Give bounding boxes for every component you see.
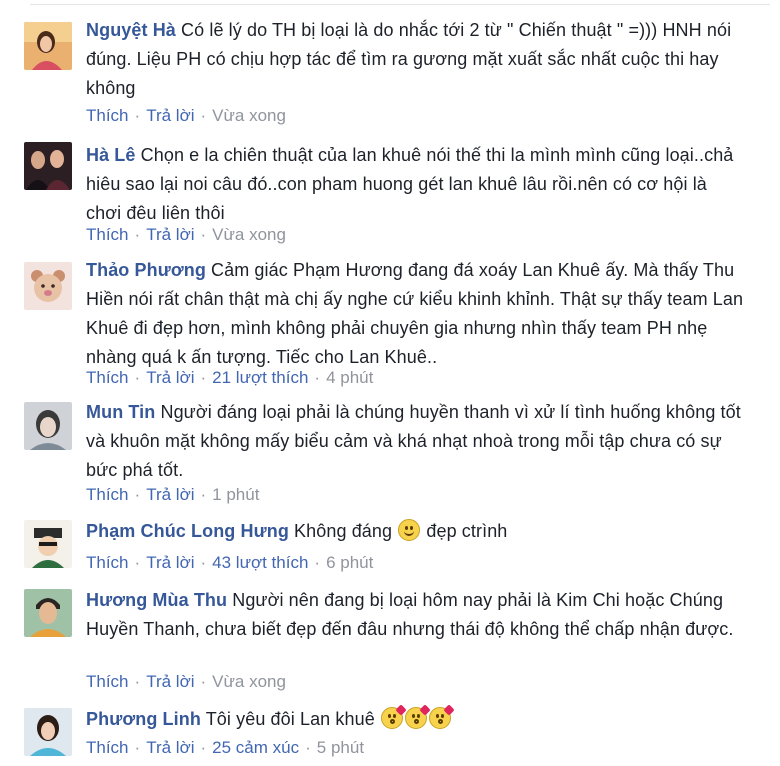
- like-link[interactable]: Thích: [86, 368, 129, 387]
- separator-dot: ·: [134, 106, 141, 125]
- comment-timestamp[interactable]: 6 phút: [326, 553, 373, 572]
- user-avatar-woman-portrait[interactable]: [24, 708, 72, 756]
- like-link[interactable]: Thích: [86, 553, 129, 572]
- comment-author[interactable]: Hương Mùa Thu: [86, 590, 227, 610]
- reply-link[interactable]: Trả lời: [146, 106, 194, 125]
- user-avatar-cartoon[interactable]: [24, 520, 72, 568]
- comment-timestamp[interactable]: 1 phút: [212, 485, 259, 504]
- comment-timestamp[interactable]: Vừa xong: [212, 672, 286, 691]
- comment-list: Nguyệt Hà Có lẽ lý do TH bị loại là do n…: [0, 0, 780, 766]
- user-avatar-woman-portrait-icon: [24, 22, 72, 70]
- comment-text: Chọn e la chiên thuật của lan khuê nói t…: [86, 145, 734, 223]
- comment-actions: Thích · Trả lời · 43 lượt thích · 6 phút: [86, 553, 373, 573]
- user-avatar-teddy-bear[interactable]: [24, 262, 72, 310]
- separator-dot: ·: [134, 553, 141, 572]
- comment-author[interactable]: Phạm Chúc Long Hưng: [86, 521, 289, 541]
- separator-dot: ·: [200, 368, 207, 387]
- reply-link[interactable]: Trả lời: [146, 672, 194, 691]
- user-avatar-portrait-icon: [24, 402, 72, 450]
- like-link[interactable]: Thích: [86, 225, 129, 244]
- likes-count[interactable]: 21 lượt thích: [212, 368, 308, 387]
- comment-author[interactable]: Thảo Phương: [86, 260, 206, 280]
- comment-text: Người đáng loại phải là chúng huyền than…: [86, 402, 741, 480]
- like-link[interactable]: Thích: [86, 672, 129, 691]
- comment-timestamp[interactable]: 4 phút: [326, 368, 373, 387]
- comment-body: Phương Linh Tôi yêu đôi Lan khuê: [86, 704, 746, 734]
- user-avatar-group-photo[interactable]: [24, 142, 72, 190]
- separator-dot: ·: [200, 553, 207, 572]
- user-avatar-cartoon-icon: [24, 520, 72, 568]
- separator-dot: ·: [200, 738, 207, 757]
- comment-actions: Thích · Trả lời · 21 lượt thích · 4 phút: [86, 368, 373, 388]
- separator-dot: ·: [200, 485, 207, 504]
- user-avatar-man-portrait[interactable]: [24, 589, 72, 637]
- comment-body: Hà Lê Chọn e la chiên thuật của lan khuê…: [86, 141, 746, 228]
- comment-actions: Thích · Trả lời · 25 cảm xúc · 5 phút: [86, 738, 364, 758]
- comment-actions: Thích · Trả lời · Vừa xong: [86, 106, 286, 126]
- comment-text: Có lẽ lý do TH bị loại là do nhắc tới 2 …: [86, 20, 732, 98]
- kiss-emoji-icon: [404, 704, 431, 729]
- user-avatar-man-portrait-icon: [24, 589, 72, 637]
- user-avatar-teddy-bear-icon: [24, 262, 72, 310]
- separator-dot: ·: [134, 672, 141, 691]
- separator-dot: ·: [134, 368, 141, 387]
- user-avatar-portrait[interactable]: [24, 402, 72, 450]
- comment-actions: Thích · Trả lời · Vừa xong: [86, 672, 286, 692]
- smile-emoji-icon: [398, 519, 421, 541]
- comment-timestamp[interactable]: 5 phút: [317, 738, 364, 757]
- separator-dot: ·: [305, 738, 311, 757]
- comment-body: Nguyệt Hà Có lẽ lý do TH bị loại là do n…: [86, 16, 746, 103]
- comment-author[interactable]: Nguyệt Hà: [86, 20, 176, 40]
- comment-author[interactable]: Hà Lê: [86, 145, 136, 165]
- separator-dot: ·: [314, 553, 321, 572]
- user-avatar-group-photo-icon: [24, 142, 72, 190]
- comment-author[interactable]: Phương Linh: [86, 709, 201, 729]
- likes-count[interactable]: 43 lượt thích: [212, 553, 308, 572]
- comment-text-after: đẹp ctrình: [426, 521, 508, 541]
- reply-link[interactable]: Trả lời: [146, 225, 194, 244]
- comment-body: Mun Tin Người đáng loại phải là chúng hu…: [86, 398, 746, 485]
- like-link[interactable]: Thích: [86, 485, 129, 504]
- separator-dot: ·: [314, 368, 321, 387]
- comment-body: Phạm Chúc Long Hưng Không đáng đẹp ctrìn…: [86, 517, 746, 546]
- separator-dot: ·: [200, 672, 207, 691]
- comment-timestamp[interactable]: Vừa xong: [212, 106, 286, 125]
- comment-author[interactable]: Mun Tin: [86, 402, 155, 422]
- reply-link[interactable]: Trả lời: [146, 368, 194, 387]
- separator-dot: ·: [134, 485, 141, 504]
- comment-actions: Thích · Trả lời · 1 phút: [86, 485, 259, 505]
- comment-body: Thảo Phương Cảm giác Phạm Hương đang đá …: [86, 256, 746, 372]
- comment-actions: Thích · Trả lời · Vừa xong: [86, 225, 286, 245]
- comment-timestamp[interactable]: Vừa xong: [212, 225, 286, 244]
- reply-link[interactable]: Trả lời: [146, 485, 194, 504]
- reply-link[interactable]: Trả lời: [146, 738, 194, 757]
- kiss-emoji-icon: [380, 704, 407, 729]
- like-link[interactable]: Thích: [86, 738, 129, 757]
- separator-dot: ·: [134, 738, 141, 757]
- separator-dot: ·: [200, 225, 207, 244]
- reply-link[interactable]: Trả lời: [146, 553, 194, 572]
- separator-dot: ·: [200, 106, 207, 125]
- comment-text: Tôi yêu đôi Lan khuê: [205, 709, 375, 729]
- comment-body: Hương Mùa Thu Người nên đang bị loại hôm…: [86, 586, 746, 644]
- kiss-emoji-icon: [428, 704, 455, 729]
- like-link[interactable]: Thích: [86, 106, 129, 125]
- user-avatar-woman-portrait[interactable]: [24, 22, 72, 70]
- user-avatar-woman-portrait-icon: [24, 708, 72, 756]
- separator-dot: ·: [134, 225, 141, 244]
- reactions-count[interactable]: 25 cảm xúc: [212, 738, 299, 757]
- comment-text-before: Không đáng: [294, 521, 393, 541]
